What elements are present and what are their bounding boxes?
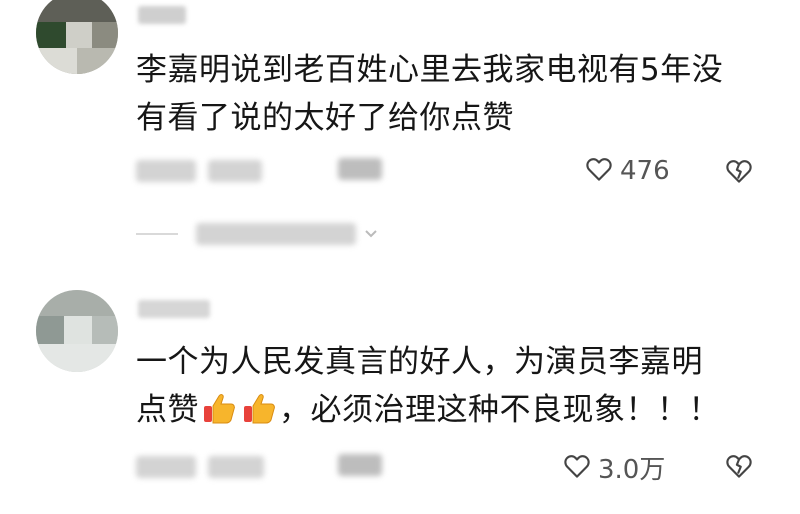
- broken-heart-icon[interactable]: [724, 451, 754, 485]
- comment-text: 一个为人民发真言的好人，为演员李嘉明 点赞 ，必须治理这种不良现象！！！: [136, 338, 720, 440]
- like-button[interactable]: 3.0万: [562, 449, 665, 486]
- comment-text-line-2: 点赞 ，必须治理这种不良现象！！！: [136, 386, 720, 440]
- thumbs-up-emoji-icon: [241, 390, 277, 440]
- username-blurred[interactable]: [138, 300, 210, 318]
- comment-text-part: 点赞: [136, 392, 199, 428]
- location-blurred: [208, 456, 264, 478]
- thumbs-up-emoji-icon: [201, 390, 237, 440]
- reply-button-blurred[interactable]: [338, 454, 382, 476]
- timestamp-blurred: [136, 456, 196, 478]
- like-count: 3.0万: [598, 455, 666, 485]
- avatar[interactable]: [36, 290, 118, 372]
- comment-text-part: ，必须治理这种不良现象！！！: [279, 392, 720, 428]
- comment-item-2: 一个为人民发真言的好人，为演员李嘉明 点赞 ，必须治理这种不良现象！！！ 3.0万: [0, 0, 800, 514]
- comment-text-line-1: 一个为人民发真言的好人，为演员李嘉明: [136, 344, 703, 380]
- heart-outline-icon: [562, 451, 592, 485]
